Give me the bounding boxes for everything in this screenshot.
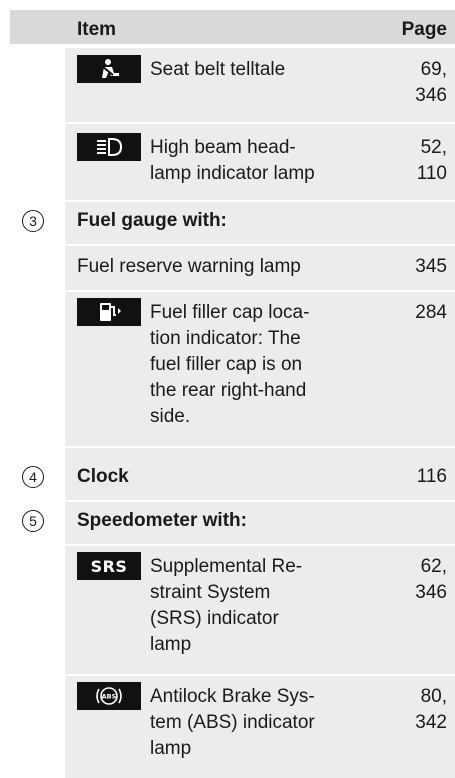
high-beam-icon	[77, 133, 141, 161]
seat-belt-label: Seat belt telltale	[150, 59, 286, 80]
fuel-filler-line3: fuel filler cap is on	[150, 354, 303, 375]
fuel-filler-line4: the rear right-hand	[150, 380, 307, 401]
row-divider	[65, 544, 455, 546]
table-header: Item Page	[10, 10, 455, 46]
row-divider	[10, 446, 455, 448]
srs-page-2: 346	[415, 582, 447, 603]
header-page-label: Page	[401, 19, 447, 40]
item-number-4: 4	[22, 466, 44, 488]
srs-line4: lamp	[150, 634, 192, 655]
high-beam-page-1: 52,	[420, 137, 447, 158]
high-beam-page-2: 110	[416, 163, 447, 184]
header-item-label: Item	[77, 19, 117, 40]
fuel-reserve-label: Fuel reserve warning lamp	[77, 256, 301, 277]
row-divider	[65, 674, 455, 676]
abs-line3: lamp	[150, 738, 192, 759]
high-beam-label-line1: High beam head-	[150, 137, 296, 158]
seat-belt-page-1: 69,	[420, 59, 447, 80]
abs-page-2: 342	[415, 712, 447, 733]
fuel-filler-line1: Fuel filler cap loca-	[150, 302, 310, 323]
srs-icon: SRS	[77, 552, 141, 580]
seat-belt-page-2: 346	[415, 85, 447, 106]
row-divider	[65, 244, 455, 246]
srs-icon-label: SRS	[90, 556, 128, 576]
abs-line2: tem (ABS) indicator	[150, 712, 315, 733]
abs-line1: Antilock Brake Sys-	[150, 686, 315, 707]
row-divider	[65, 122, 455, 124]
high-beam-label-line2: lamp indicator lamp	[150, 163, 315, 184]
fuel-gauge-heading: Fuel gauge with:	[77, 210, 227, 231]
reference-table: Item Page Seat belt telltale 69, 346 Hig…	[10, 10, 455, 778]
row-divider	[65, 290, 455, 292]
clock-heading: Clock	[77, 466, 129, 487]
item-number-3: 3	[22, 210, 44, 232]
clock-page: 116	[416, 466, 447, 487]
fuel-filler-line2: tion indicator: The	[150, 328, 301, 349]
number-column	[10, 48, 63, 778]
srs-line3: (SRS) indicator	[150, 608, 279, 629]
abs-icon-label: ABS	[102, 693, 117, 701]
speedometer-heading: Speedometer with:	[77, 510, 247, 531]
row-divider	[10, 500, 455, 502]
srs-page-1: 62,	[420, 556, 447, 577]
seat-belt-icon	[77, 55, 141, 83]
srs-line1: Supplemental Re-	[150, 556, 303, 577]
fuel-filler-line5: side.	[150, 406, 191, 427]
fuel-filler-page: 284	[415, 302, 447, 323]
abs-icon: ABS	[77, 682, 141, 710]
abs-page-1: 80,	[420, 686, 447, 707]
srs-line2: straint System	[150, 582, 271, 603]
fuel-pump-icon	[77, 298, 141, 326]
row-divider	[10, 200, 455, 202]
fuel-reserve-page: 345	[415, 256, 447, 277]
item-number-5: 5	[22, 510, 44, 532]
